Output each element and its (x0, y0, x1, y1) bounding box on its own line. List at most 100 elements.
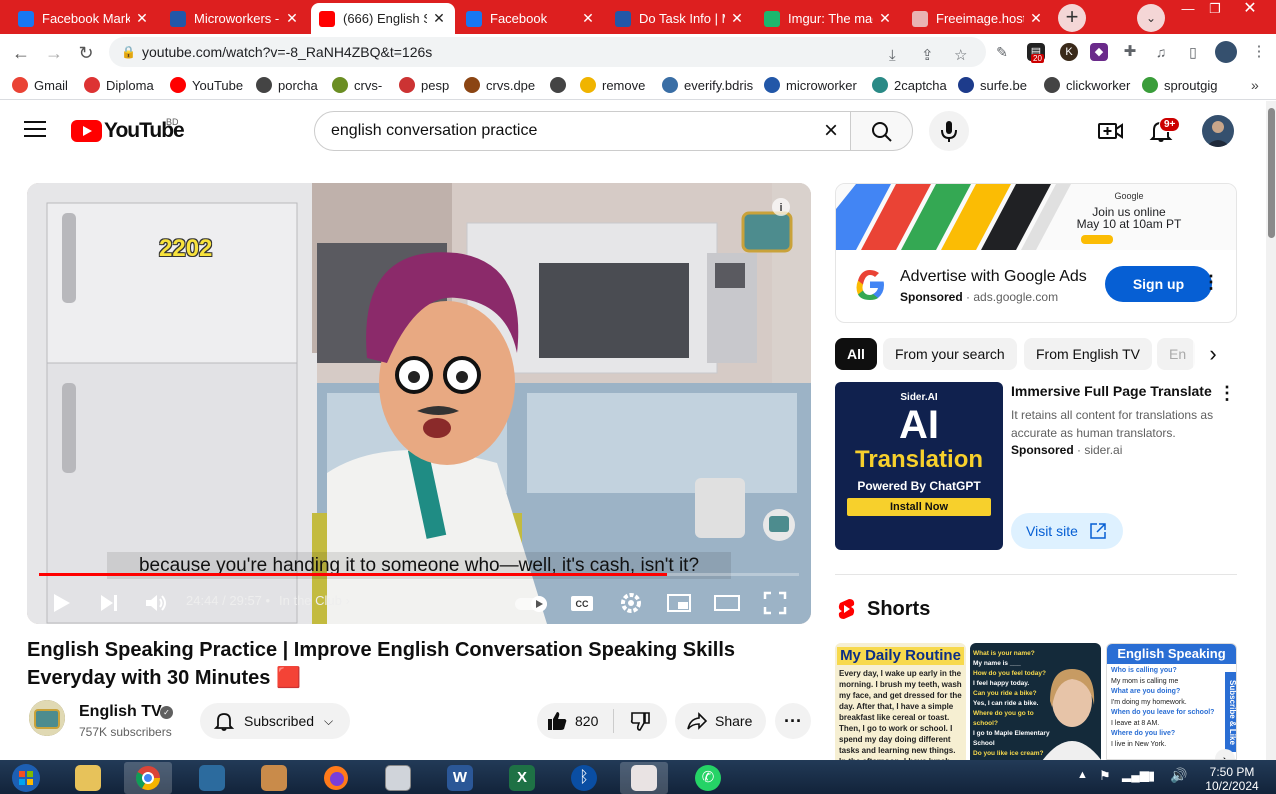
sider-ad-title[interactable]: Immersive Full Page Translate (1011, 383, 1212, 399)
close-window-button[interactable]: ✕ (1230, 0, 1270, 18)
restore-button[interactable]: ❐ (1203, 0, 1227, 18)
bookmark-item[interactable]: crvs.dpe (464, 75, 535, 95)
reload-button[interactable]: ↻ (73, 40, 99, 66)
tab-5[interactable]: Do Task Info | M ✕ (607, 3, 753, 34)
account-avatar[interactable] (1202, 115, 1234, 147)
bookmark-item[interactable]: clickworker (1044, 75, 1130, 95)
close-tab-icon[interactable]: ✕ (284, 10, 300, 27)
miniplayer-icon[interactable] (665, 589, 693, 617)
taskbar-snipping[interactable] (620, 762, 668, 794)
ad-menu-icon[interactable]: ⋮ (1202, 272, 1220, 293)
site-info-icon[interactable]: 🔒 (121, 37, 136, 67)
bookmark-item[interactable] (550, 75, 572, 95)
volume-icon[interactable] (142, 589, 170, 617)
channel-name[interactable]: English TV (79, 703, 162, 721)
chip-all[interactable]: All (835, 338, 877, 370)
tab-1[interactable]: Facebook Marke ✕ (10, 3, 158, 34)
subscribed-button[interactable]: Subscribed ⌵ (200, 703, 350, 739)
taskbar-app-portrait[interactable] (250, 762, 298, 794)
bookmark-item[interactable]: YouTube (170, 75, 243, 95)
channel-avatar[interactable] (29, 700, 65, 736)
bookmark-item[interactable]: surfe.be (958, 75, 1027, 95)
create-video-button[interactable] (1098, 119, 1124, 143)
bookmark-item[interactable]: porcha (256, 75, 318, 95)
tab-7[interactable]: Freeimage.host ✕ (904, 3, 1052, 34)
close-tab-icon[interactable]: ✕ (580, 10, 596, 27)
guide-menu-icon[interactable] (24, 121, 46, 139)
short-card-english-speaking[interactable]: English Speaking Who is calling you? My m… (1106, 643, 1237, 760)
close-tab-icon[interactable]: ✕ (729, 10, 745, 27)
taskbar-excel[interactable]: X (498, 762, 546, 794)
close-tab-icon[interactable]: ✕ (134, 10, 150, 27)
bookmark-item[interactable]: pesp (399, 75, 449, 95)
tab-6[interactable]: Imgur: The mag ✕ (756, 3, 901, 34)
profile-avatar[interactable] (1215, 41, 1237, 63)
settings-gear-icon[interactable] (617, 589, 645, 617)
share-button[interactable]: Share (675, 703, 766, 739)
sign-up-button[interactable]: Sign up (1105, 266, 1212, 302)
system-clock[interactable]: 7:50 PM 10/2/2024 (1202, 765, 1262, 793)
chapter-button[interactable]: In the Club › (279, 593, 350, 608)
tab-search-button[interactable]: ⌄ (1137, 4, 1165, 32)
next-icon[interactable] (95, 589, 123, 617)
dislike-button[interactable] (614, 703, 666, 739)
theater-mode-icon[interactable] (713, 589, 741, 617)
chrome-menu-icon[interactable]: ⋮ (1250, 43, 1268, 61)
sider-ad-thumbnail[interactable]: Sider.AI AI Translation Powered By ChatG… (835, 382, 1003, 550)
close-tab-icon[interactable]: ✕ (431, 10, 447, 27)
short-card-daily-routine[interactable]: My Daily Routine Every day, I wake up ea… (835, 643, 966, 760)
sider-ad-menu-icon[interactable]: ⋮ (1218, 383, 1236, 404)
search-button[interactable] (850, 111, 913, 151)
clear-search-icon[interactable]: × (818, 112, 844, 150)
subtitles-icon[interactable]: CC (568, 589, 596, 617)
media-control-icon[interactable]: ♫ (1152, 43, 1170, 61)
bookmark-item[interactable]: 2captcha (872, 75, 947, 95)
new-tab-button[interactable]: + (1058, 4, 1086, 32)
taskbar-firefox[interactable] (312, 762, 360, 794)
taskbar-photoshop[interactable] (188, 762, 236, 794)
extension-purple-icon[interactable]: ◆ (1090, 43, 1108, 61)
taskbar-bluetooth[interactable]: ᛒ (560, 762, 608, 794)
taskbar-whatsapp[interactable]: ✆ (684, 762, 732, 794)
side-panel-icon[interactable]: ▯ (1184, 43, 1202, 61)
extension-k-icon[interactable]: K (1060, 43, 1078, 61)
taskbar-chrome[interactable] (124, 762, 172, 794)
back-button[interactable]: ← (8, 40, 34, 66)
tab-2[interactable]: Microworkers - ✕ (162, 3, 308, 34)
voice-search-button[interactable] (929, 111, 969, 151)
google-ads-card[interactable]: Google Join us online May 10 at 10am PT … (835, 183, 1237, 323)
edit-icon[interactable]: ✎ (993, 43, 1011, 61)
power-icon[interactable]: ▮ (1148, 768, 1155, 784)
chip-english[interactable]: En (1157, 338, 1195, 370)
autoplay-toggle-icon[interactable] (514, 589, 550, 617)
speaker-icon[interactable]: 🔊 (1170, 767, 1187, 784)
bookmark-item[interactable]: Diploma (84, 75, 154, 95)
bookmark-item[interactable]: Gmail (12, 75, 68, 95)
close-tab-icon[interactable]: ✕ (1028, 10, 1044, 27)
youtube-logo[interactable]: YouTube BD (71, 117, 185, 143)
minimize-button[interactable]: — (1176, 0, 1200, 18)
show-hidden-icons[interactable]: ▲ (1077, 769, 1088, 781)
action-center-flag-icon[interactable]: ⚑ (1099, 768, 1111, 784)
bookmark-item[interactable]: crvs- (332, 75, 382, 95)
start-button[interactable] (2, 762, 50, 794)
bookmark-item[interactable]: remove (580, 75, 645, 95)
bookmark-item[interactable]: everify.bdris (662, 75, 753, 95)
search-input[interactable]: english conversation practice × (314, 111, 851, 151)
progress-bar[interactable] (39, 573, 799, 576)
chip-from-your-search[interactable]: From your search (883, 338, 1017, 370)
tab-4[interactable]: Facebook ✕ (458, 3, 604, 34)
play-icon[interactable] (47, 589, 75, 617)
bookmark-star-icon[interactable]: ☆ (954, 41, 967, 71)
visit-site-button[interactable]: Visit site (1011, 513, 1123, 549)
network-signal-icon[interactable]: ▂▄▆ (1122, 768, 1149, 782)
video-player[interactable]: i 2202 because you're handing it to some… (27, 183, 811, 624)
page-scrollbar-thumb[interactable] (1268, 108, 1275, 238)
install-app-icon[interactable]: ⤓ (889, 41, 896, 71)
taskbar-explorer[interactable] (64, 762, 112, 794)
address-bar[interactable]: 🔒 youtube.com/watch?v=-8_RaNH4ZBQ&t=126s… (109, 37, 986, 67)
fullscreen-icon[interactable] (761, 589, 789, 617)
taskbar-calculator[interactable] (374, 762, 422, 794)
more-actions-icon[interactable]: ··· (775, 703, 811, 739)
taskbar-word[interactable]: W (436, 762, 484, 794)
